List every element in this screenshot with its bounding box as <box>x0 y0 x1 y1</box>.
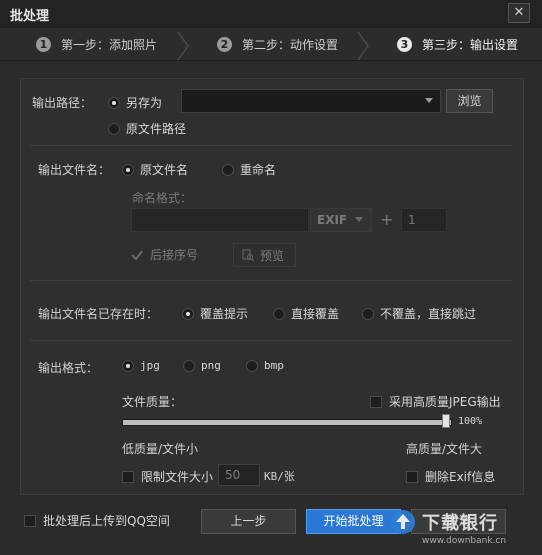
quality-percent: 100% <box>458 416 483 427</box>
close-button[interactable]: ✕ <box>508 3 530 23</box>
checkmark-icon <box>131 249 143 261</box>
download-logo-icon <box>391 510 415 534</box>
append-sequence-label: 后接序号 <box>150 248 199 262</box>
exif-dropdown-label: EXIF <box>317 213 348 227</box>
delete-exif-checkbox[interactable]: 删除Exif信息 <box>406 468 495 485</box>
radio-skip[interactable]: 不覆盖，直接跳过 <box>362 305 476 322</box>
output-path-combobox[interactable] <box>181 89 441 113</box>
divider <box>30 145 512 146</box>
preview-icon <box>242 249 254 261</box>
watermark-brand: 下载银行 <box>422 513 498 534</box>
step-label: 第二步：动作设置 <box>242 37 339 52</box>
radio-button[interactable] <box>122 359 134 372</box>
preview-label: 预览 <box>260 248 285 263</box>
high-quality-label: 高质量/文件大 <box>406 442 483 456</box>
radio-button[interactable] <box>273 307 285 320</box>
limit-size-checkbox[interactable]: 限制文件大小 <box>122 468 213 485</box>
size-unit: KB/张 <box>264 470 295 483</box>
radio-label: jpg <box>140 359 160 372</box>
size-limit-value: 50 <box>225 468 241 482</box>
step-number: 1 <box>36 36 51 52</box>
quality-slider-track[interactable] <box>122 419 452 426</box>
radio-jpg[interactable]: jpg <box>122 359 160 372</box>
radio-label: png <box>201 359 221 372</box>
step-number: 2 <box>217 36 232 52</box>
checkbox[interactable] <box>406 470 418 483</box>
browse-button[interactable]: 浏览 <box>446 89 493 113</box>
settings-panel <box>20 78 524 495</box>
radio-label: 原文件路径 <box>126 122 187 136</box>
start-batch-button[interactable]: 开始批处理 <box>306 509 401 534</box>
radio-label: 重命名 <box>240 163 277 177</box>
radio-original-path[interactable]: 原文件路径 <box>108 120 186 137</box>
upload-qq-checkbox[interactable]: 批处理后上传到QQ空间 <box>24 512 170 529</box>
sequence-start-input[interactable]: 1 <box>401 208 447 232</box>
chevron-down-icon[interactable] <box>424 97 434 105</box>
radio-button[interactable] <box>108 122 120 135</box>
radio-button[interactable] <box>246 359 258 372</box>
radio-label: 不覆盖，直接跳过 <box>380 307 477 321</box>
size-limit-input[interactable]: 50 <box>218 464 260 486</box>
output-path-label: 输出路径： <box>32 96 93 110</box>
radio-png[interactable]: png <box>183 359 221 372</box>
chevron-right-icon <box>177 31 189 61</box>
radio-rename[interactable]: 重命名 <box>222 161 276 178</box>
close-icon: ✕ <box>513 5 525 20</box>
checkbox[interactable] <box>370 395 382 408</box>
name-format-input[interactable] <box>131 208 309 232</box>
radio-label: 覆盖提示 <box>200 307 249 321</box>
window-title: 批处理 <box>10 9 50 24</box>
watermark-url: www.downbank.cn <box>422 536 507 546</box>
radio-button[interactable] <box>362 307 374 320</box>
radio-overwrite-direct[interactable]: 直接覆盖 <box>273 305 339 322</box>
exif-dropdown[interactable]: EXIF <box>310 208 372 232</box>
plus-icon: + <box>380 210 394 229</box>
divider <box>30 280 512 281</box>
radio-button[interactable] <box>183 359 195 372</box>
radio-button[interactable] <box>108 96 120 109</box>
radio-button[interactable] <box>182 307 194 320</box>
prev-step-button[interactable]: 上一步 <box>201 509 296 534</box>
limit-size-label: 限制文件大小 <box>141 470 214 484</box>
radio-bmp[interactable]: bmp <box>246 359 284 372</box>
radio-save-as[interactable]: 另存为 <box>108 94 162 111</box>
output-name-label: 输出文件名： <box>38 163 111 177</box>
radio-button[interactable] <box>222 163 234 176</box>
output-format-label: 输出格式： <box>38 361 99 375</box>
step-label: 第三步：输出设置 <box>422 37 519 52</box>
divider <box>30 340 512 341</box>
watermark: 下载银行 www.downbank.cn <box>390 505 540 551</box>
step-3: 3 第三步：输出设置 <box>397 28 518 60</box>
file-exists-label: 输出文件名已存在时： <box>38 307 159 321</box>
name-format-label: 命名格式： <box>132 191 193 205</box>
radio-label: 原文件名 <box>140 163 189 177</box>
radio-button[interactable] <box>122 163 134 176</box>
chevron-down-icon <box>355 217 364 222</box>
step-2: 2 第二步：动作设置 <box>217 28 338 60</box>
checkbox[interactable] <box>24 514 36 527</box>
radio-label: 直接覆盖 <box>291 307 340 321</box>
radio-label: 另存为 <box>126 96 163 110</box>
radio-label: bmp <box>264 359 284 372</box>
step-label: 第一步：添加照片 <box>61 37 158 52</box>
quality-slider-thumb[interactable] <box>442 414 450 428</box>
preview-button[interactable]: 预览 <box>233 243 296 267</box>
checkbox[interactable] <box>122 470 134 483</box>
radio-overwrite-prompt[interactable]: 覆盖提示 <box>182 305 248 322</box>
file-quality-label: 文件质量： <box>122 395 183 409</box>
step-number: 3 <box>397 36 412 52</box>
title-bar <box>0 0 542 29</box>
low-quality-label: 低质量/文件小 <box>122 442 199 456</box>
sequence-start-value: 1 <box>408 213 416 227</box>
high-quality-jpeg-checkbox[interactable]: 采用高质量JPEG输出 <box>370 393 501 410</box>
append-sequence-checkbox[interactable]: 后接序号 <box>131 246 198 263</box>
upload-qq-label: 批处理后上传到QQ空间 <box>43 514 170 528</box>
chevron-right-icon <box>357 31 369 61</box>
delete-exif-label: 删除Exif信息 <box>425 470 496 484</box>
radio-original-name[interactable]: 原文件名 <box>122 161 188 178</box>
high-quality-jpeg-label: 采用高质量JPEG输出 <box>389 395 501 409</box>
step-1: 1 第一步：添加照片 <box>36 28 157 60</box>
